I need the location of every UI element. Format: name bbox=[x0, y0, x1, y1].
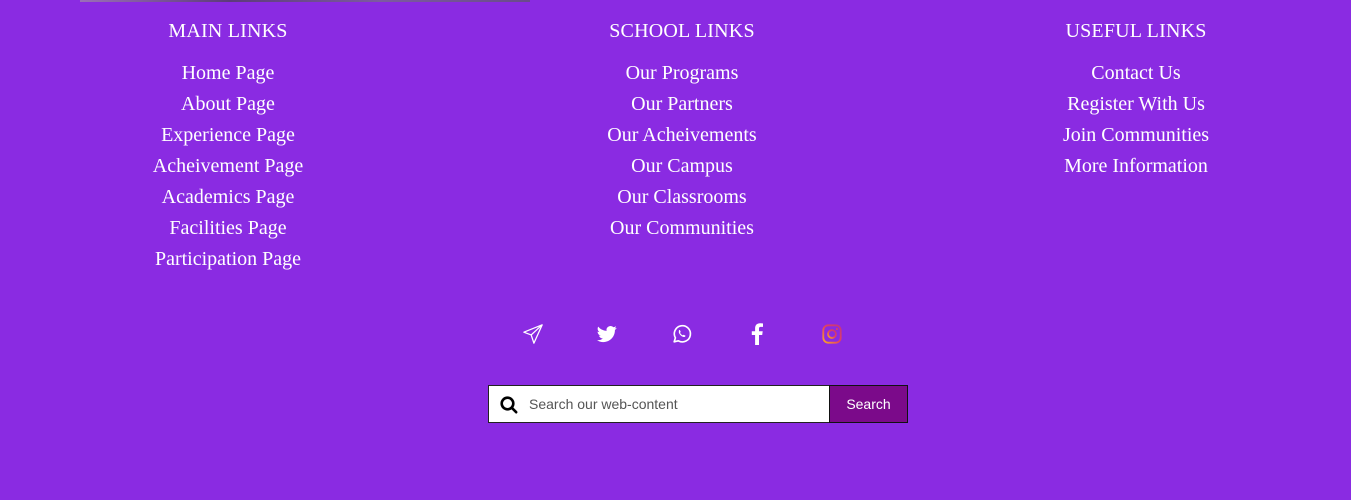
search-field-container bbox=[488, 385, 830, 423]
telegram-icon[interactable] bbox=[520, 321, 546, 347]
useful-links-title: USEFUL LINKS bbox=[1065, 20, 1207, 42]
link-acheivement-page[interactable]: Acheivement Page bbox=[78, 151, 378, 182]
social-icons bbox=[0, 321, 1351, 349]
link-more-information[interactable]: More Information bbox=[986, 151, 1286, 182]
whatsapp-icon[interactable] bbox=[669, 321, 695, 347]
link-about-page[interactable]: About Page bbox=[78, 89, 378, 120]
school-links-list: Our Programs Our Partners Our Acheivemen… bbox=[532, 58, 832, 244]
search-input[interactable] bbox=[529, 386, 819, 422]
search-bar: Search bbox=[488, 385, 910, 423]
school-links-column: SCHOOL LINKS Our Programs Our Partners O… bbox=[532, 19, 832, 244]
school-links-title: SCHOOL LINKS bbox=[609, 20, 755, 42]
link-contact-us[interactable]: Contact Us bbox=[986, 58, 1286, 89]
link-facilities-page[interactable]: Facilities Page bbox=[78, 213, 378, 244]
useful-links-column: USEFUL LINKS Contact Us Register With Us… bbox=[986, 19, 1286, 182]
link-our-programs[interactable]: Our Programs bbox=[532, 58, 832, 89]
link-academics-page[interactable]: Academics Page bbox=[78, 182, 378, 213]
link-our-communities[interactable]: Our Communities bbox=[532, 213, 832, 244]
facebook-icon[interactable] bbox=[744, 321, 770, 347]
top-image-strip bbox=[80, 0, 530, 2]
instagram-icon[interactable] bbox=[819, 321, 845, 347]
link-experience-page[interactable]: Experience Page bbox=[78, 120, 378, 151]
link-join-communities[interactable]: Join Communities bbox=[986, 120, 1286, 151]
main-links-column: MAIN LINKS Home Page About Page Experien… bbox=[78, 19, 378, 275]
link-our-partners[interactable]: Our Partners bbox=[532, 89, 832, 120]
link-register-with-us[interactable]: Register With Us bbox=[986, 89, 1286, 120]
twitter-icon[interactable] bbox=[594, 321, 620, 347]
link-our-classrooms[interactable]: Our Classrooms bbox=[532, 182, 832, 213]
main-links-list: Home Page About Page Experience Page Ach… bbox=[78, 58, 378, 275]
link-our-campus[interactable]: Our Campus bbox=[532, 151, 832, 182]
search-icon bbox=[499, 395, 519, 415]
link-home-page[interactable]: Home Page bbox=[78, 58, 378, 89]
search-button[interactable]: Search bbox=[829, 385, 908, 423]
link-our-acheivements[interactable]: Our Acheivements bbox=[532, 120, 832, 151]
main-links-title: MAIN LINKS bbox=[168, 20, 288, 42]
useful-links-list: Contact Us Register With Us Join Communi… bbox=[986, 58, 1286, 182]
link-participation-page[interactable]: Participation Page bbox=[78, 244, 378, 275]
footer-links: MAIN LINKS Home Page About Page Experien… bbox=[0, 19, 1351, 289]
